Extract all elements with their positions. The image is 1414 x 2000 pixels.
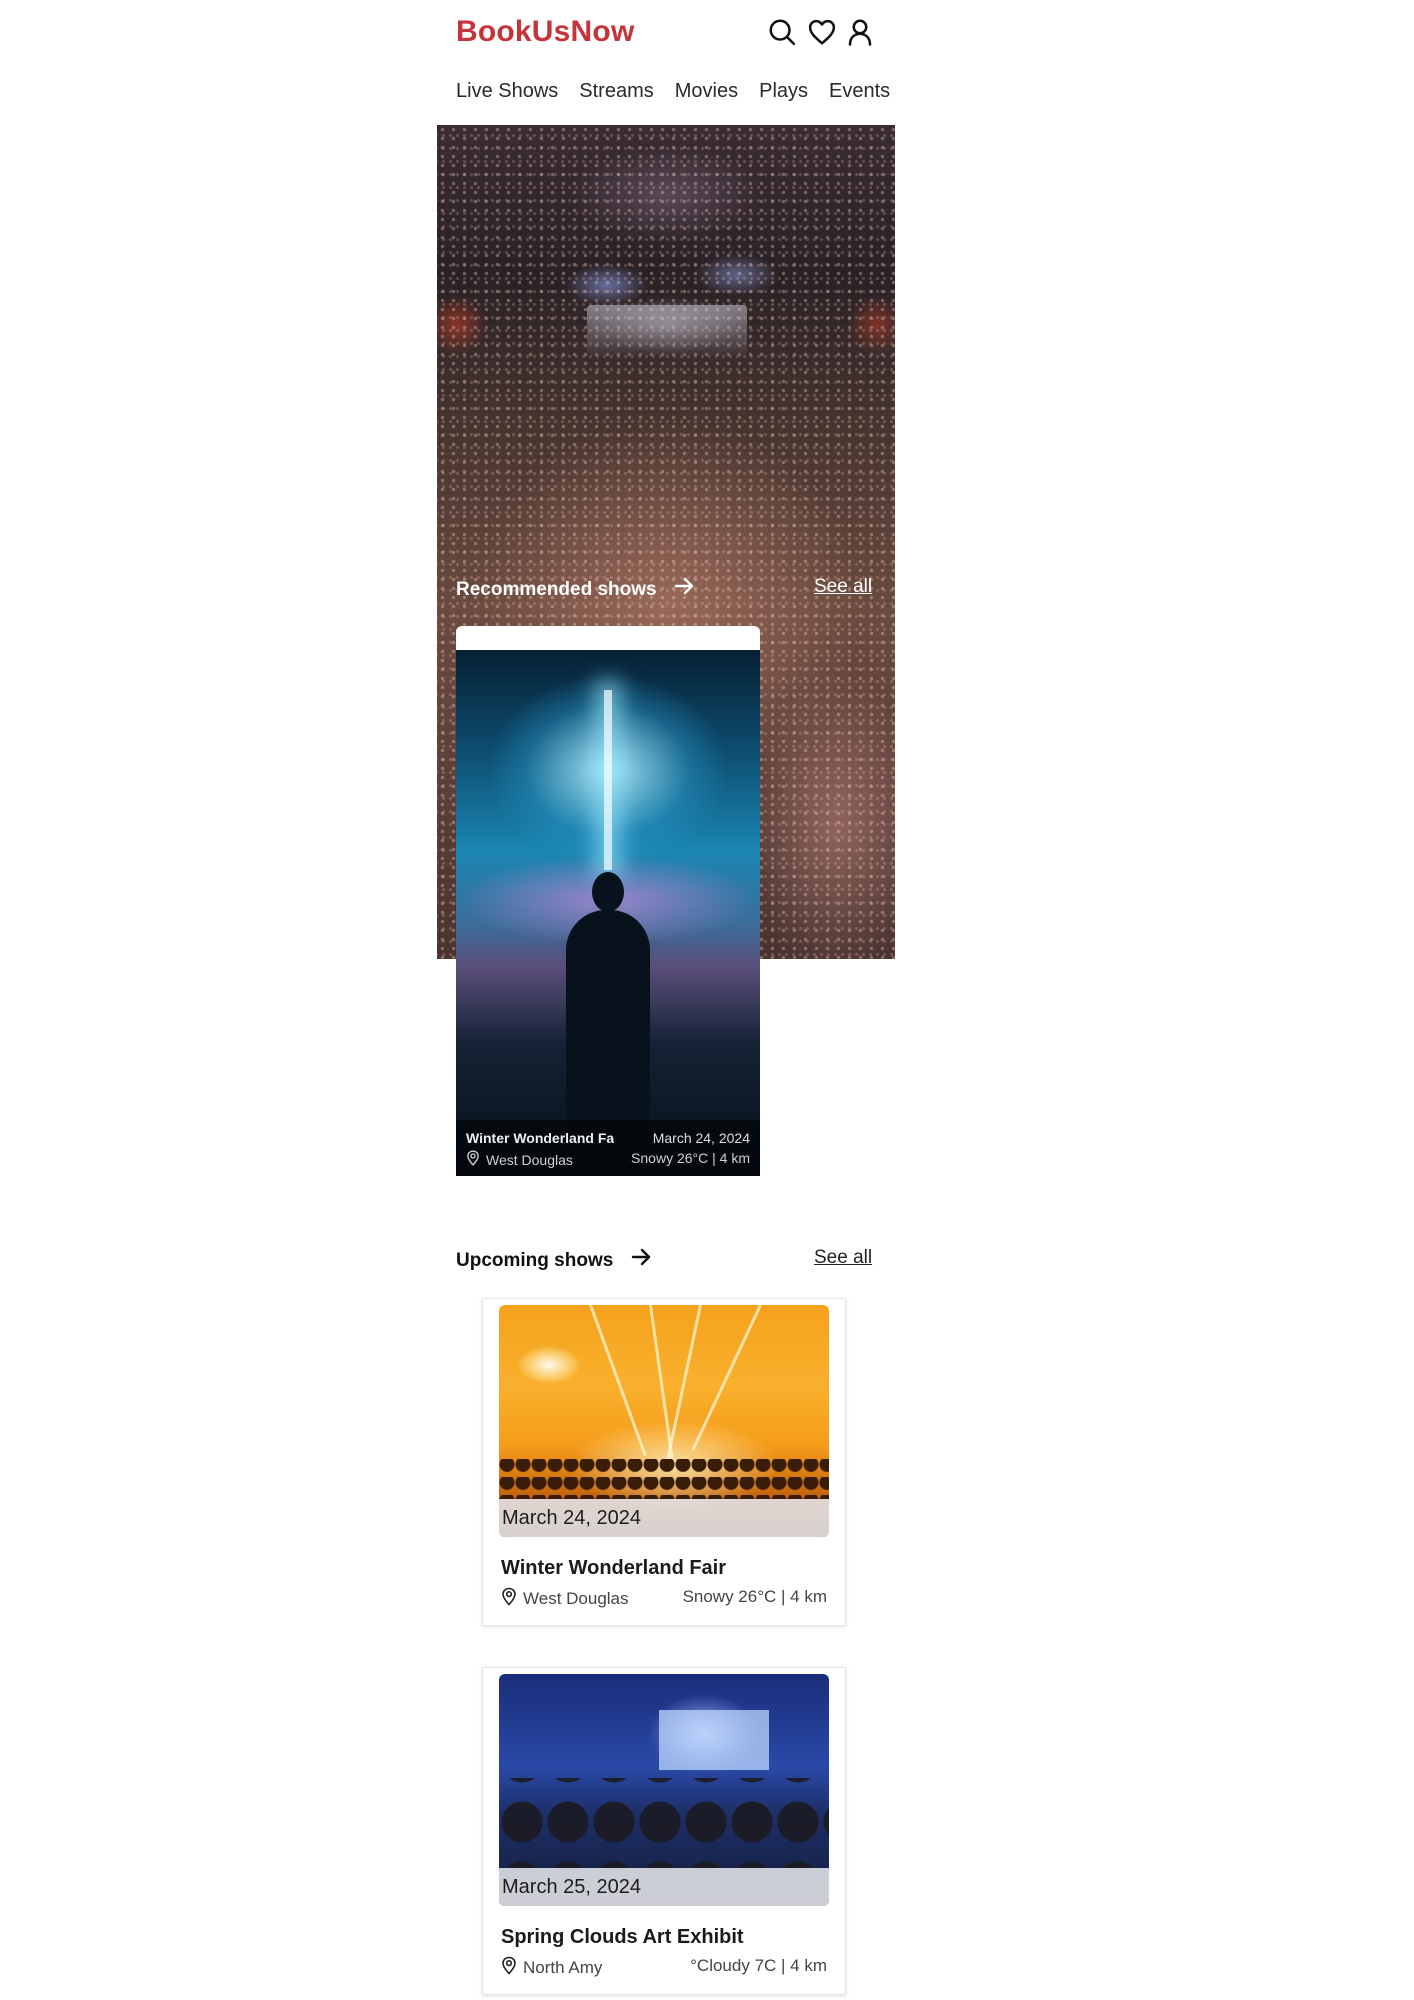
crowd-silhouette [499, 1459, 829, 1499]
upcoming-shows-heading[interactable]: Upcoming shows [456, 1245, 653, 1277]
upcoming-show-card[interactable]: March 24, 2024 Winter Wonderland Fair We… [482, 1298, 846, 1626]
nav-item-live-shows[interactable]: Live Shows [456, 76, 558, 106]
recommended-show-location-text: West Douglas [486, 1151, 573, 1168]
performer-silhouette [566, 910, 650, 1136]
recommended-show-date: March 24, 2024 [652, 1130, 750, 1146]
nav-item-events[interactable]: Events [829, 76, 890, 106]
nav-item-movies[interactable]: Movies [675, 76, 738, 106]
upcoming-show-image: March 25, 2024 [499, 1674, 829, 1906]
upcoming-show-weather: °Cloudy 7C | 4 km [690, 1956, 827, 1975]
audience-silhouette [499, 1778, 829, 1868]
nav-item-streams[interactable]: Streams [579, 76, 653, 106]
location-pin-icon [501, 1587, 517, 1611]
search-icon[interactable] [766, 16, 798, 48]
light-ray [589, 1305, 647, 1456]
recommended-show-image [456, 650, 760, 1176]
recommended-show-card[interactable]: Winter Wonderland Fair March 24, 2024 We… [456, 626, 760, 1176]
recommended-shows-heading[interactable]: Recommended shows [456, 574, 696, 606]
heart-icon[interactable] [806, 16, 838, 48]
upcoming-show-image: March 24, 2024 [499, 1305, 829, 1537]
upcoming-show-weather: Snowy 26°C | 4 km [682, 1587, 827, 1606]
upcoming-show-name: Spring Clouds Art Exhibit [501, 1926, 744, 1948]
upcoming-show-location-text: North Amy [523, 1958, 603, 1977]
performer-silhouette-head [592, 872, 624, 912]
arrow-right-icon [672, 574, 696, 606]
recommended-shows-title: Recommended shows [456, 579, 657, 601]
upcoming-show-location-text: West Douglas [523, 1589, 629, 1608]
upcoming-show-date: March 25, 2024 [499, 1868, 829, 1906]
spotlight-beam [604, 690, 612, 870]
location-pin-icon [501, 1956, 517, 1980]
recommended-show-weather: Snowy 26°C | 4 km [631, 1150, 750, 1166]
upcoming-show-date: March 24, 2024 [499, 1499, 829, 1537]
light-ray [691, 1305, 762, 1451]
upcoming-shows-title: Upcoming shows [456, 1250, 614, 1272]
user-icon[interactable] [844, 16, 876, 48]
presentation-screen [659, 1710, 769, 1770]
brand-logo[interactable]: BookUsNow [456, 12, 634, 52]
upcoming-show-location: North Amy [501, 1956, 602, 1980]
upcoming-show-card[interactable]: March 25, 2024 Spring Clouds Art Exhibit… [482, 1667, 846, 1995]
category-nav: Live Shows Streams Movies Plays Events [456, 76, 894, 106]
upcoming-show-location: West Douglas [501, 1587, 629, 1611]
recommended-show-location: West Douglas [466, 1150, 573, 1169]
upcoming-show-name: Winter Wonderland Fair [501, 1557, 727, 1579]
hero-stage [587, 305, 747, 355]
recommended-see-all-link[interactable]: See all [814, 574, 872, 600]
location-pin-icon [466, 1150, 480, 1169]
upcoming-see-all-link[interactable]: See all [814, 1245, 872, 1271]
nav-item-plays[interactable]: Plays [759, 76, 808, 106]
arrow-right-icon [629, 1245, 653, 1277]
recommended-show-info: Winter Wonderland Fair March 24, 2024 We… [456, 1120, 760, 1176]
recommended-show-name: Winter Wonderland Fair [466, 1130, 614, 1146]
